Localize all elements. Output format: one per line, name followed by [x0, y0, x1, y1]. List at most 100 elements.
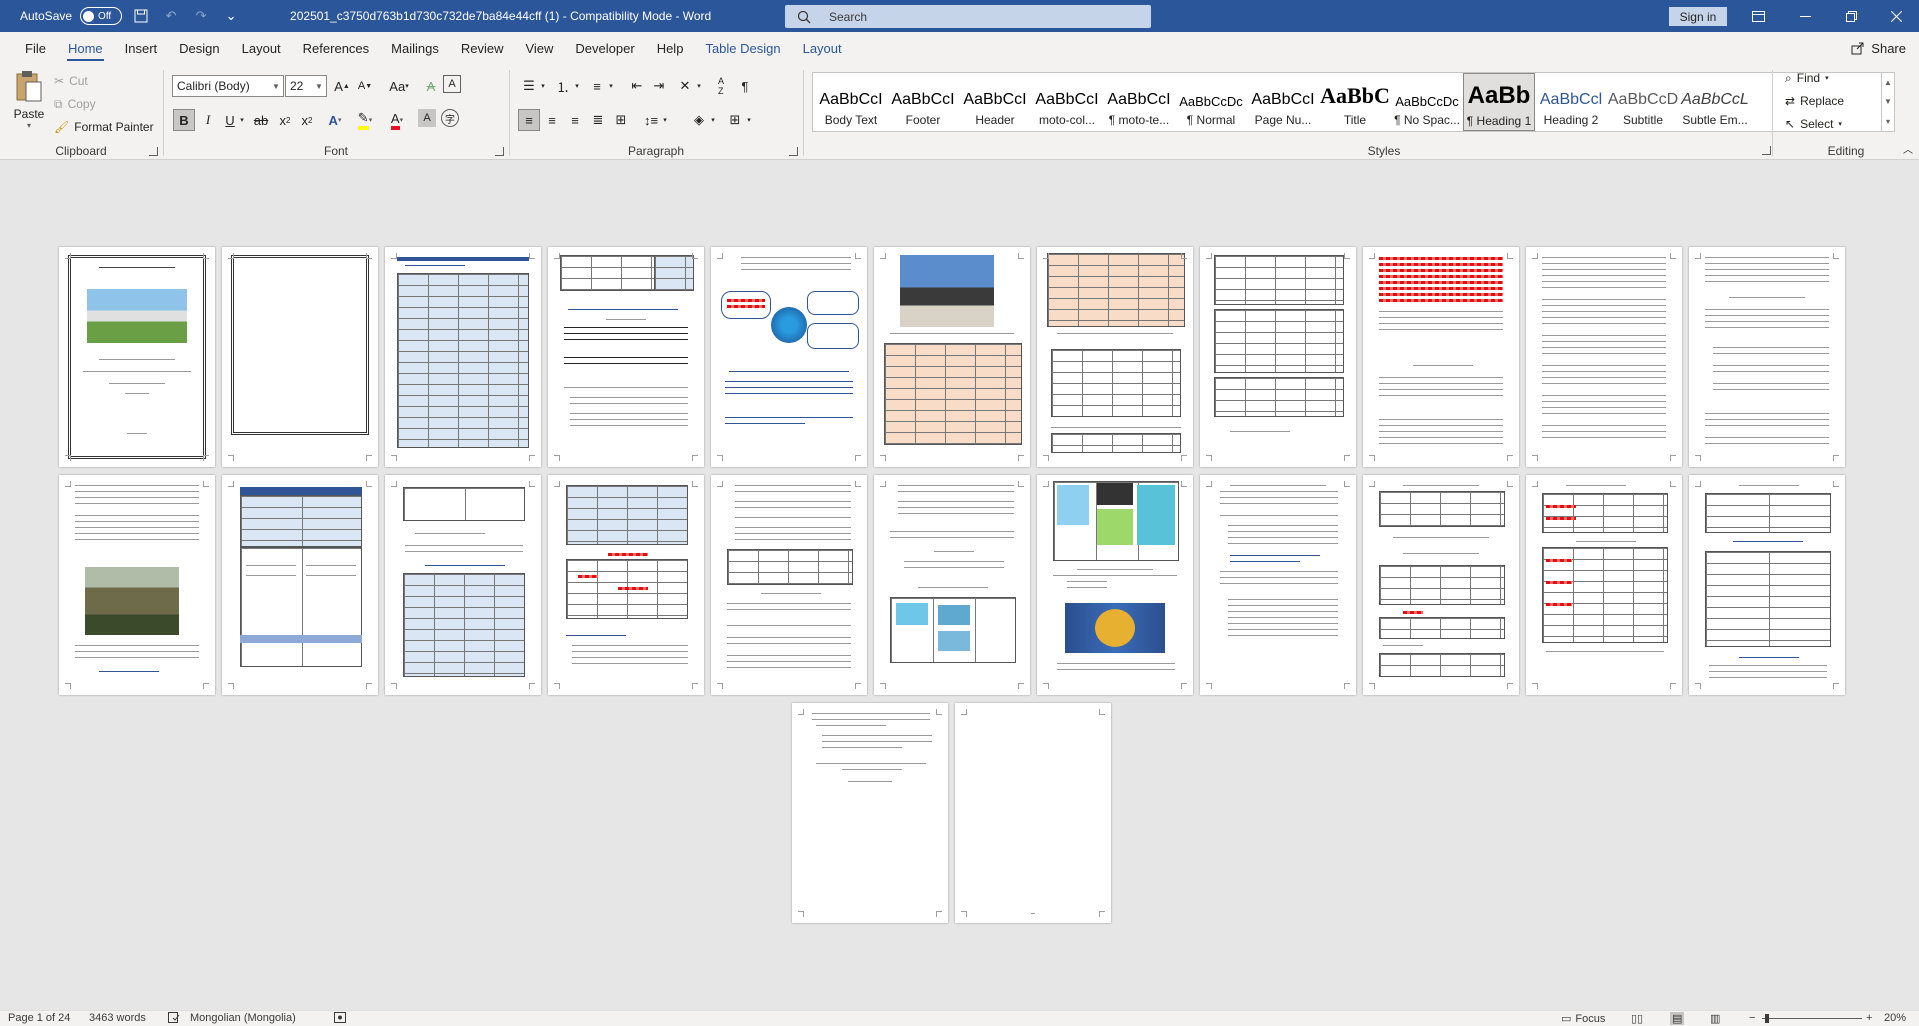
- underline-dropdown-icon[interactable]: ▾: [236, 109, 248, 131]
- clear-formatting-icon[interactable]: A: [420, 75, 442, 97]
- asian-layout-icon[interactable]: ✕: [674, 75, 696, 97]
- tab-help[interactable]: Help: [646, 32, 695, 64]
- zoom-out-icon[interactable]: −: [1749, 1012, 1755, 1024]
- style-moto-col[interactable]: AaBbCcI moto-col...: [1031, 73, 1103, 131]
- page-thumbnail[interactable]: [874, 475, 1030, 695]
- style-heading-1[interactable]: AaBb ¶ Heading 1: [1463, 73, 1535, 131]
- paste-button[interactable]: Paste ▾: [10, 70, 48, 140]
- share-button[interactable]: Share: [1850, 36, 1907, 60]
- decrease-indent-icon[interactable]: ⇤: [626, 75, 648, 97]
- tab-table-design[interactable]: Table Design: [694, 32, 791, 64]
- customize-quick-access-icon[interactable]: ⌄: [220, 5, 242, 27]
- subscript-icon[interactable]: x2: [274, 109, 296, 131]
- tab-developer[interactable]: Developer: [564, 32, 645, 64]
- focus-button[interactable]: ▭ Focus: [1561, 1012, 1605, 1026]
- page-thumbnail[interactable]: [222, 475, 378, 695]
- page-thumbnail[interactable]: [711, 247, 867, 467]
- character-shading-icon[interactable]: A: [418, 109, 436, 127]
- strikethrough-icon[interactable]: ab: [250, 109, 272, 131]
- tab-mailings[interactable]: Mailings: [380, 32, 450, 64]
- tab-home[interactable]: Home: [57, 32, 114, 64]
- style-heading-2[interactable]: AaBbCcl Heading 2: [1535, 73, 1607, 131]
- page-thumbnail[interactable]: [1689, 247, 1845, 467]
- tab-view[interactable]: View: [514, 32, 564, 64]
- minimize-icon[interactable]: [1782, 0, 1828, 32]
- page-thumbnail[interactable]: [1526, 247, 1682, 467]
- increase-indent-icon[interactable]: ⇥: [648, 75, 670, 97]
- style-no-spacing[interactable]: AaBbCcDc ¶ No Spac...: [1391, 73, 1463, 131]
- change-case-icon[interactable]: Aa ▾: [384, 75, 414, 97]
- page-thumbnail[interactable]: [1526, 475, 1682, 695]
- page-thumbnail[interactable]: [1200, 247, 1356, 467]
- style-title[interactable]: AaBbC Title: [1319, 73, 1391, 131]
- character-border-icon[interactable]: A: [443, 75, 461, 93]
- find-button[interactable]: ⌕ Find ▾: [1785, 68, 1829, 88]
- zoom-level[interactable]: 20%: [1884, 1012, 1906, 1024]
- shading-icon[interactable]: ◈: [688, 109, 710, 131]
- distributed-icon[interactable]: ⊞: [610, 109, 632, 131]
- style-footer[interactable]: AaBbCcI Footer: [887, 73, 959, 131]
- select-button[interactable]: ↖ Select ▾: [1785, 114, 1842, 134]
- format-painter-button[interactable]: 🖌 Format Painter: [54, 117, 154, 137]
- tab-layout[interactable]: Layout: [231, 32, 292, 64]
- page-thumbnail[interactable]: [59, 475, 215, 695]
- page-thumbnail[interactable]: [385, 247, 541, 467]
- read-mode-icon[interactable]: ▯▯: [1631, 1012, 1643, 1025]
- numbering-icon[interactable]: ⒈: [552, 75, 574, 97]
- justify-icon[interactable]: ≣: [587, 109, 609, 131]
- tab-review[interactable]: Review: [450, 32, 515, 64]
- page-thumbnail[interactable]: [385, 475, 541, 695]
- highlight-color-icon[interactable]: ✎ ▾: [354, 109, 376, 131]
- style-body-text[interactable]: AaBbCcI Body Text: [815, 73, 887, 131]
- text-effects-icon[interactable]: A ▾: [324, 109, 346, 131]
- ribbon-display-options-icon[interactable]: [1735, 0, 1781, 32]
- align-center-icon[interactable]: ≡: [541, 109, 563, 131]
- paragraph-launcher-icon[interactable]: [789, 147, 798, 156]
- paste-dropdown-icon[interactable]: ▾: [10, 121, 48, 130]
- styles-launcher-icon[interactable]: [1762, 146, 1771, 155]
- shrink-font-icon[interactable]: A ▼: [354, 75, 376, 97]
- word-count[interactable]: 3463 words: [89, 1012, 146, 1024]
- sign-in-button[interactable]: Sign in: [1669, 7, 1727, 26]
- collapse-ribbon-icon[interactable]: ︿: [1903, 141, 1913, 156]
- page-thumbnail[interactable]: [1689, 475, 1845, 695]
- replace-button[interactable]: ⇄ Replace: [1785, 91, 1844, 111]
- borders-dropdown-icon[interactable]: ▾: [744, 109, 754, 131]
- page-thumbnail[interactable]: [874, 247, 1030, 467]
- tab-design[interactable]: Design: [168, 32, 230, 64]
- style-moto-te[interactable]: AaBbCcI ¶ moto-te...: [1103, 73, 1175, 131]
- line-spacing-dropdown-icon[interactable]: ▾: [660, 109, 670, 131]
- style-page-number[interactable]: AaBbCcI Page Nu...: [1247, 73, 1319, 131]
- document-area[interactable]: [0, 161, 1919, 1010]
- style-normal[interactable]: AaBbCcDc ¶ Normal: [1175, 73, 1247, 131]
- autosave-toggle[interactable]: Off: [80, 7, 123, 25]
- tab-references[interactable]: References: [292, 32, 380, 64]
- style-header[interactable]: AaBbCcI Header: [959, 73, 1031, 131]
- font-size-combo[interactable]: 22 ▼: [285, 75, 327, 97]
- page-thumbnail[interactable]: [1363, 247, 1519, 467]
- proofing-icon[interactable]: [168, 1012, 180, 1023]
- restore-icon[interactable]: [1828, 0, 1874, 32]
- save-icon[interactable]: [130, 5, 152, 27]
- font-launcher-icon[interactable]: [495, 147, 504, 156]
- show-formatting-marks-icon[interactable]: ¶: [734, 75, 756, 97]
- copy-button[interactable]: ⧉ Copy: [54, 94, 96, 114]
- line-spacing-icon[interactable]: ↕≡: [640, 109, 662, 131]
- font-color-icon[interactable]: A ▾: [386, 109, 408, 131]
- page-thumbnail[interactable]: [1200, 475, 1356, 695]
- page-thumbnail[interactable]: [1037, 247, 1193, 467]
- multilevel-dropdown-icon[interactable]: ▾: [606, 75, 616, 97]
- page-thumbnail[interactable]: [548, 475, 704, 695]
- tab-insert[interactable]: Insert: [114, 32, 169, 64]
- tab-file[interactable]: File: [14, 32, 57, 64]
- print-layout-icon[interactable]: ▤: [1670, 1012, 1685, 1025]
- sort-icon[interactable]: AZ: [710, 75, 732, 97]
- language-indicator[interactable]: Mongolian (Mongolia): [190, 1012, 296, 1024]
- clipboard-launcher-icon[interactable]: [149, 147, 158, 156]
- page-thumbnail[interactable]: [1037, 475, 1193, 695]
- close-icon[interactable]: [1873, 0, 1919, 32]
- style-subtitle[interactable]: AaBbCcD Subtitle: [1607, 73, 1679, 131]
- numbering-dropdown-icon[interactable]: ▾: [572, 75, 582, 97]
- page-count[interactable]: Page 1 of 24: [8, 1012, 70, 1024]
- shading-dropdown-icon[interactable]: ▾: [708, 109, 718, 131]
